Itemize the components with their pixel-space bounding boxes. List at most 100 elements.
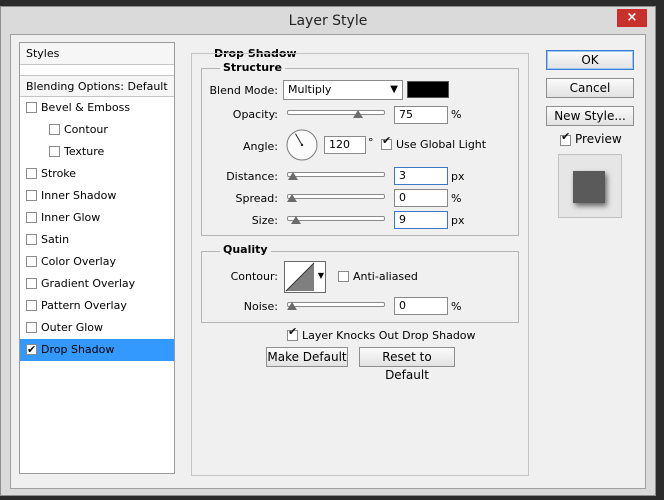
window-title: Layer Style	[288, 13, 368, 29]
blend-mode-value: Multiply	[288, 83, 332, 96]
style-item[interactable]: Satin	[20, 229, 174, 251]
style-item[interactable]: Stroke	[20, 163, 174, 185]
distance-slider-track[interactable]	[287, 172, 385, 177]
contour-label: Contour:	[230, 270, 278, 283]
anti-aliased-label: Anti-aliased	[353, 270, 418, 283]
style-item[interactable]: Drop Shadow	[20, 339, 174, 361]
style-item-checkbox[interactable]	[26, 300, 37, 311]
style-item-label: Inner Shadow	[41, 189, 117, 202]
size-unit: px	[451, 214, 465, 227]
style-item-label: Texture	[64, 145, 105, 158]
style-item-label: Outer Glow	[41, 321, 104, 334]
angle-unit: °	[368, 136, 374, 149]
style-item-checkbox[interactable]	[26, 339, 37, 361]
style-item-label: Pattern Overlay	[41, 299, 127, 312]
close-icon[interactable]: ×	[627, 10, 638, 25]
style-item-label: Gradient Overlay	[41, 277, 136, 290]
opacity-field[interactable]: 75	[394, 106, 448, 124]
style-item-label: Drop Shadow	[41, 343, 115, 356]
noise-slider-thumb[interactable]	[287, 302, 297, 310]
preview-label: Preview	[575, 132, 622, 146]
style-item-checkbox[interactable]	[26, 190, 37, 201]
opacity-slider-track[interactable]	[287, 110, 385, 115]
style-item-label: Contour	[64, 123, 108, 136]
ok-button[interactable]: OK	[546, 50, 634, 70]
spread-unit: %	[451, 192, 462, 205]
distance-slider-thumb[interactable]	[287, 172, 298, 180]
style-item[interactable]: Bevel & Emboss	[20, 97, 174, 119]
quality-title: Quality	[220, 243, 271, 256]
chevron-down-icon: ▼	[390, 84, 398, 95]
style-item[interactable]: Inner Glow	[20, 207, 174, 229]
contour-picker[interactable]: ▼	[284, 261, 326, 293]
size-label: Size:	[251, 214, 278, 227]
style-item[interactable]: Pattern Overlay	[20, 295, 174, 317]
angle-dial-icon	[286, 129, 318, 161]
spread-slider-thumb[interactable]	[287, 194, 297, 202]
layer-knocks-out-checkbox[interactable]	[287, 325, 298, 341]
style-item[interactable]: Inner Shadow	[20, 185, 174, 207]
opacity-unit: %	[451, 108, 462, 121]
spread-field[interactable]: 0	[394, 189, 448, 207]
style-item-checkbox[interactable]	[26, 102, 37, 113]
distance-label: Distance:	[226, 170, 278, 183]
blending-options-item[interactable]: Blending Options: Default	[20, 75, 174, 97]
style-item[interactable]: Outer Glow	[20, 317, 174, 339]
style-item[interactable]: Gradient Overlay	[20, 273, 174, 295]
angle-dial[interactable]	[285, 128, 319, 162]
contour-curve-icon	[285, 262, 315, 292]
distance-field[interactable]: 3	[394, 167, 448, 185]
style-item[interactable]: Color Overlay	[20, 251, 174, 273]
use-global-light-checkbox[interactable]	[381, 134, 392, 150]
spread-label: Spread:	[235, 192, 278, 205]
close-button[interactable]: ×	[617, 9, 647, 27]
style-item-checkbox[interactable]	[26, 278, 37, 289]
styles-list: Styles Blending Options: Default Bevel &…	[19, 42, 175, 474]
anti-aliased-checkbox[interactable]	[338, 271, 349, 282]
noise-slider-track[interactable]	[287, 302, 385, 307]
angle-field[interactable]: 120	[324, 136, 366, 154]
style-item-checkbox[interactable]	[49, 146, 60, 157]
distance-unit: px	[451, 170, 465, 183]
make-default-button[interactable]: Make Default	[266, 347, 348, 367]
style-item-checkbox[interactable]	[26, 256, 37, 267]
blend-mode-select[interactable]: Multiply ▼	[283, 80, 403, 100]
style-item-checkbox[interactable]	[26, 234, 37, 245]
style-item-checkbox[interactable]	[26, 322, 37, 333]
drop-shadow-title: Drop Shadow	[211, 47, 300, 60]
noise-label: Noise:	[243, 300, 278, 313]
size-slider-thumb[interactable]	[290, 216, 301, 224]
layer-knocks-out-label: Layer Knocks Out Drop Shadow	[302, 329, 476, 342]
cancel-button[interactable]: Cancel	[546, 78, 634, 98]
preview-square	[573, 171, 605, 203]
style-item-label: Stroke	[41, 167, 77, 180]
structure-title: Structure	[220, 61, 285, 74]
spread-slider-track[interactable]	[287, 194, 385, 199]
title-bar: Layer Style ×	[1, 7, 655, 35]
angle-label: Angle:	[242, 140, 278, 153]
reset-to-default-button[interactable]: Reset to Default	[359, 347, 455, 382]
noise-unit: %	[451, 300, 462, 313]
noise-field[interactable]: 0	[394, 297, 448, 315]
style-item[interactable]: Texture	[20, 141, 174, 163]
new-style-button[interactable]: New Style...	[546, 106, 634, 126]
style-item-checkbox[interactable]	[26, 212, 37, 223]
styles-header[interactable]: Styles	[20, 43, 174, 65]
use-global-light-label: Use Global Light	[396, 138, 487, 151]
preview-checkbox[interactable]	[560, 130, 571, 146]
style-item-checkbox[interactable]	[49, 124, 60, 135]
style-item-label: Bevel & Emboss	[41, 101, 131, 114]
style-item-checkbox[interactable]	[26, 168, 37, 179]
style-item-label: Color Overlay	[41, 255, 116, 268]
style-item[interactable]: Contour	[20, 119, 174, 141]
blend-mode-label: Blend Mode:	[209, 84, 279, 97]
style-preview-thumbnail	[558, 154, 622, 218]
size-field[interactable]: 9	[394, 211, 448, 229]
contour-dropdown-icon[interactable]: ▼	[318, 271, 324, 280]
opacity-slider-thumb[interactable]	[353, 110, 363, 118]
shadow-color-swatch[interactable]	[407, 81, 449, 98]
opacity-label: Opacity:	[232, 108, 278, 121]
style-item-label: Satin	[41, 233, 70, 246]
style-item-label: Inner Glow	[41, 211, 101, 224]
size-slider-track[interactable]	[287, 216, 385, 221]
